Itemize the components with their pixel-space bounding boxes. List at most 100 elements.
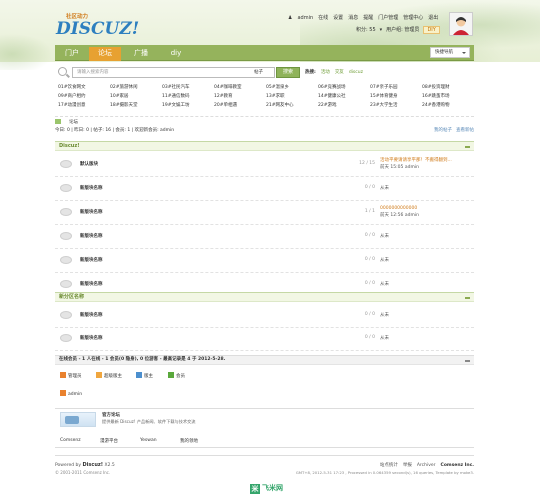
category-link[interactable]: 21#网友中心 [266, 102, 294, 108]
forum-name[interactable]: 新版块名称 [80, 281, 103, 287]
category-link[interactable]: 11#通信数码 [162, 93, 190, 99]
category-link[interactable]: 03#社民汽车 [162, 84, 190, 90]
hot-search-link[interactable]: 活动 [321, 70, 330, 75]
avatar[interactable] [449, 12, 473, 36]
nav-item-broadcast[interactable]: 广播 [125, 47, 157, 61]
home-icon[interactable] [55, 119, 61, 124]
forum-count: 0 / 0 [364, 335, 375, 340]
official-forum-title[interactable]: 官方论坛 [102, 412, 120, 418]
forum-row: 新版块名称 0 / 0 从未 [55, 177, 474, 201]
last-post-time: 从未 [380, 282, 389, 287]
user-menu-messages[interactable]: 消息 [348, 15, 358, 21]
my-posts-link[interactable]: 我的帖子 [434, 128, 452, 133]
user-menu-notices[interactable]: 提醒 [363, 15, 373, 21]
hot-search-link[interactable]: 交友 [335, 70, 344, 75]
breadcrumb-forum[interactable]: 论坛 [69, 119, 78, 125]
friend-link[interactable]: 我的领地 [180, 438, 198, 444]
discuz-banner[interactable] [60, 412, 96, 427]
forum-name[interactable]: 新版块名称 [80, 335, 103, 341]
last-post-time: 从未 [380, 313, 389, 318]
category-header[interactable]: 新分区名称 [55, 292, 474, 302]
forum-name[interactable]: 新版块名称 [80, 233, 103, 239]
user-menu-status[interactable]: 在线 [318, 15, 328, 21]
forum-name[interactable]: 默认版块 [80, 161, 98, 167]
online-username[interactable]: admin [68, 392, 82, 397]
category-link[interactable]: 07#亲子乐园 [370, 84, 398, 90]
friend-link[interactable]: Yeswan [140, 438, 157, 443]
breadcrumb: 论坛 [55, 116, 474, 126]
points-link[interactable]: 积分: 55 [356, 27, 376, 33]
forum-status-icon [60, 208, 72, 216]
category-link[interactable]: 01#饮食网文 [58, 84, 86, 90]
category-title[interactable]: Discuz! [59, 143, 80, 149]
search-input[interactable]: 请输入搜索内容 [72, 67, 252, 78]
category-link[interactable]: 16#跳蚤市场 [422, 93, 450, 99]
category-link[interactable]: 10#家居 [110, 93, 129, 99]
quick-nav-button[interactable]: 快捷导航 [430, 47, 470, 58]
user-menu-portal-admin[interactable]: 门户管理 [378, 15, 398, 21]
online-user[interactable]: admin [60, 390, 82, 397]
category-link[interactable]: 20#单相遇 [214, 102, 237, 108]
forum-name[interactable]: 新版块名称 [80, 185, 103, 191]
footer-link[interactable]: 举报 [403, 463, 412, 468]
category-link[interactable]: 09#商户相约 [58, 93, 86, 99]
user-group-link[interactable]: 用户组: 管理员 [386, 27, 419, 33]
online-header[interactable]: 在线会员 - 1 人在线 - 1 会员(0 隐身), 0 位游客 - 最高记录是… [55, 355, 474, 365]
friend-link[interactable]: 漫游平台 [100, 438, 118, 444]
collapse-icon[interactable] [465, 360, 470, 362]
last-post-time: 前天 15:05 admin [380, 165, 419, 170]
footer-link[interactable]: 站点统计 [380, 463, 398, 468]
category-link[interactable]: 24#香港购物 [422, 102, 450, 108]
user-menu-username[interactable]: admin [297, 15, 313, 21]
official-forum-desc: 提供最新 Discuz! 产品新闻、软件下载与技术交流 [102, 419, 196, 424]
forum-count: 0 / 0 [364, 185, 375, 190]
friend-link[interactable]: Comsenz [60, 438, 81, 443]
category-link[interactable]: 23#大学生活 [370, 102, 398, 108]
company-link[interactable]: Comsenz Inc. [441, 463, 474, 468]
search-scope-select[interactable]: 帖子 [251, 67, 275, 78]
forum-count: 0 / 0 [364, 312, 375, 317]
footer-links: 站点统计 举报 Archiver Comsenz Inc. [375, 462, 474, 468]
user-menu-admin-center[interactable]: 管理中心 [403, 15, 423, 21]
category-link[interactable]: 08#投资理财 [422, 84, 450, 90]
category-link[interactable]: 19#文娱工坊 [162, 102, 190, 108]
last-post-title[interactable]: 活动平要请请享平那！不搬得翻到... [380, 157, 452, 164]
category-link[interactable]: 17#动漫创意 [58, 102, 86, 108]
collapse-icon[interactable] [465, 297, 470, 299]
category-link[interactable]: 02#旅游休闲 [110, 84, 138, 90]
footer-link[interactable]: Archiver [417, 463, 436, 468]
legend-label: 会员 [176, 374, 185, 379]
last-post-title[interactable]: 0000000000000 [380, 205, 419, 212]
forum-last-post: 0000000000000 前天 12:56 admin [380, 205, 419, 219]
nav-item-portal[interactable]: 门户 [57, 47, 87, 61]
category-link[interactable]: 12#教育 [214, 93, 233, 99]
search-button[interactable]: 搜索 [276, 67, 300, 78]
collapse-icon[interactable] [465, 146, 470, 148]
category-link[interactable]: 14#健康公社 [318, 93, 346, 99]
category-header[interactable]: Discuz! [55, 141, 474, 151]
forum-name[interactable]: 新版块名称 [80, 312, 103, 318]
hot-label: 热搜: [305, 70, 316, 75]
category-link[interactable]: 22#游戏 [318, 102, 337, 108]
quick-nav-label: 快捷导航 [435, 50, 453, 55]
new-posts-link[interactable]: 查看新帖 [456, 128, 474, 133]
forum-name[interactable]: 新版块名称 [80, 257, 103, 263]
nav-item-diy[interactable]: diy [161, 47, 191, 61]
category-link[interactable]: 15#体育健身 [370, 93, 398, 99]
hot-search-link[interactable]: discuz [349, 70, 363, 75]
forum-last-post: 从未 [380, 257, 389, 264]
category-link[interactable]: 13#求职 [266, 93, 285, 99]
legend-label: 超级版主 [104, 374, 122, 379]
user-menu-settings[interactable]: 设置 [333, 15, 343, 21]
user-menu-logout[interactable]: 退出 [428, 15, 438, 21]
forum-row: 新版块名称 0 / 0 从未 [55, 249, 474, 273]
category-link[interactable]: 06#竞赛战场 [318, 84, 346, 90]
forum-name[interactable]: 新版块名称 [80, 209, 103, 215]
category-title[interactable]: 新分区名称 [59, 294, 84, 300]
category-link[interactable]: 18#摄影天堂 [110, 102, 138, 108]
nav-item-forum[interactable]: 论坛 [89, 47, 121, 61]
category-link[interactable]: 05#温泉乡 [266, 84, 289, 90]
brand-link[interactable]: Discuz! [83, 462, 104, 468]
diy-button[interactable]: DIY [423, 26, 440, 34]
category-link[interactable]: 04#咖啡教室 [214, 84, 242, 90]
